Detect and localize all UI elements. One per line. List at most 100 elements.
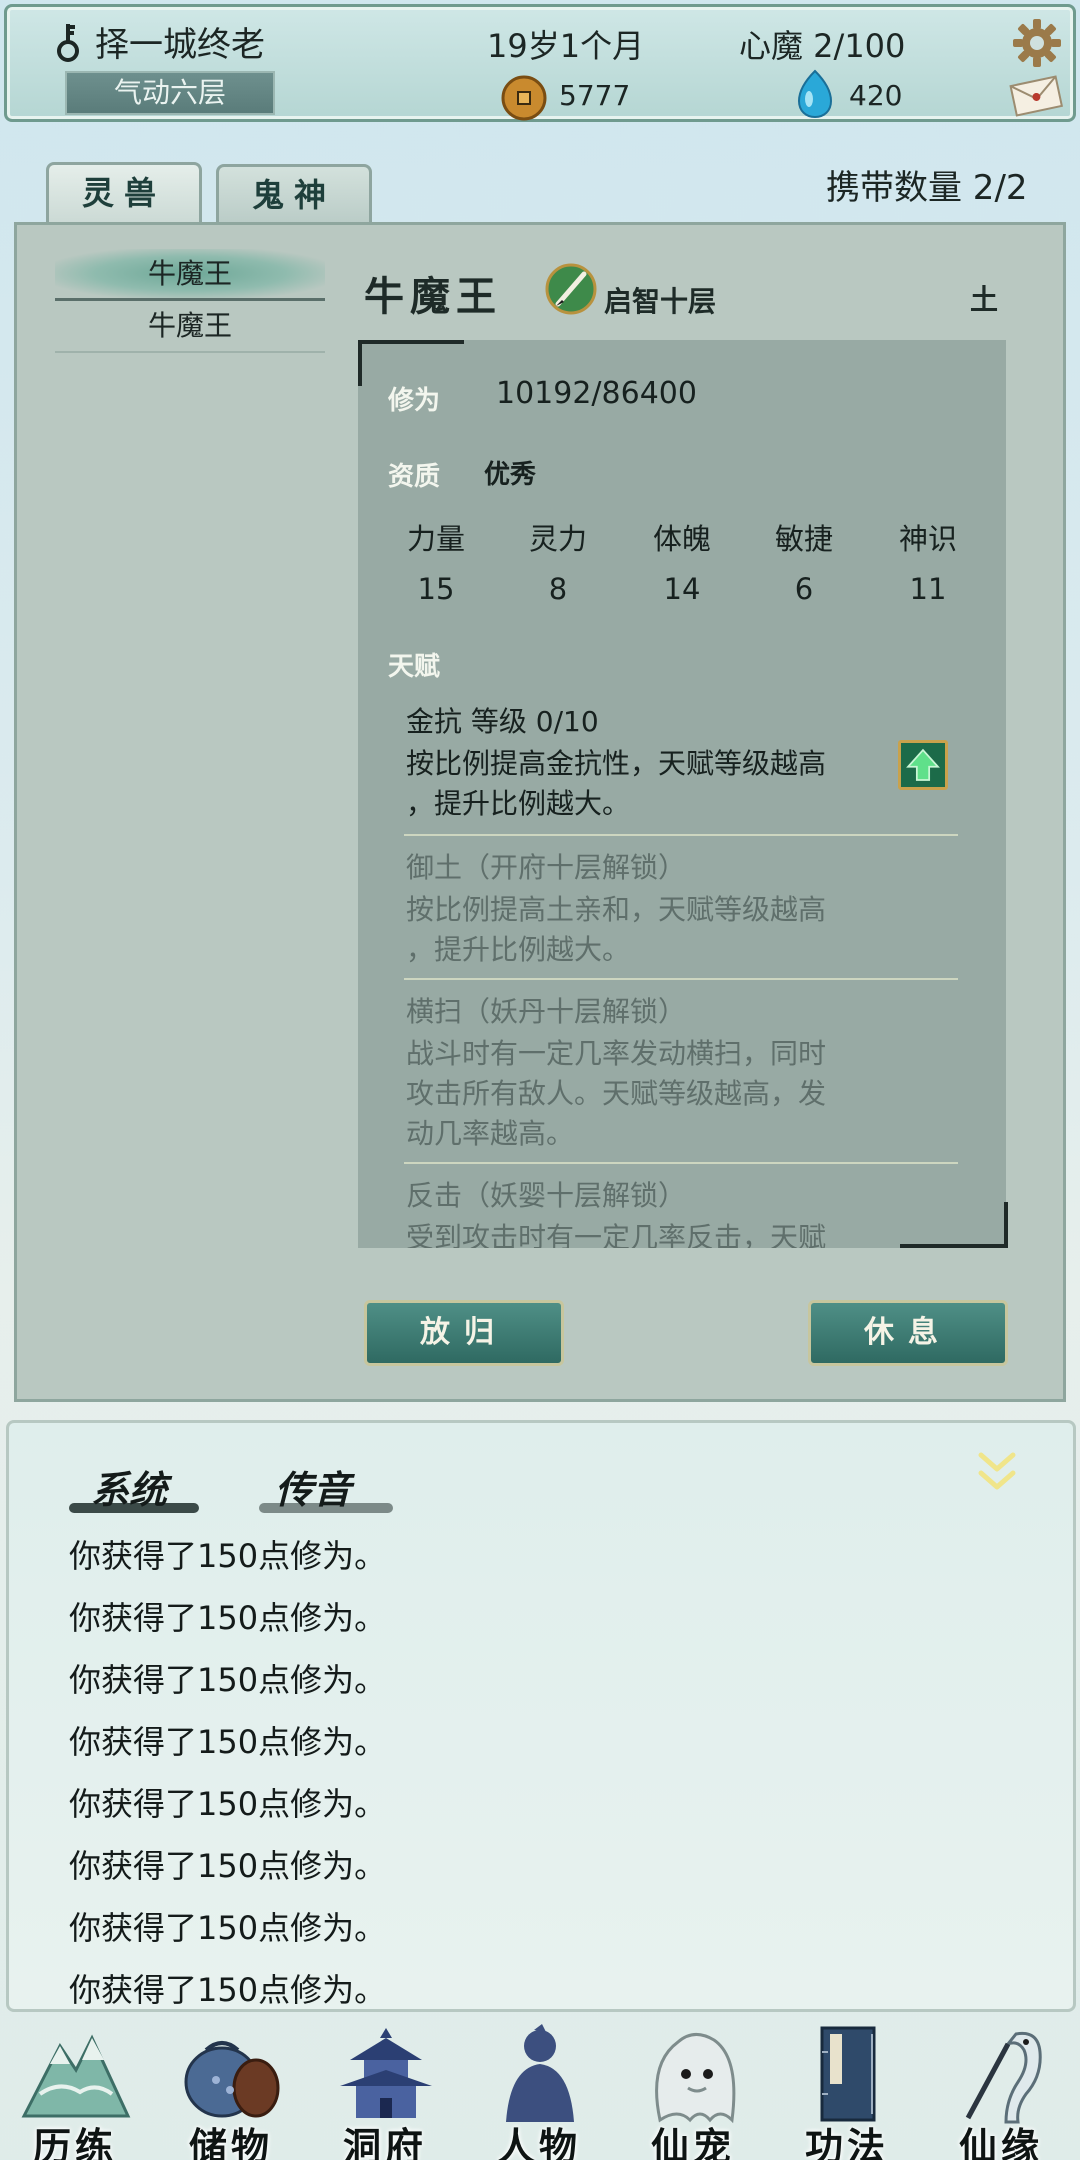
talent-desc-line: 按比例提高土亲和，天赋等级越高 xyxy=(406,893,827,926)
attr-value: 8 xyxy=(548,572,568,606)
talent-desc: 按比例提高土亲和，天赋等级越高 ，提升比例越大。 xyxy=(406,890,966,970)
mountain-icon xyxy=(21,2034,131,2118)
ghost-pet-icon xyxy=(655,2033,736,2124)
attr-label: 敏捷 xyxy=(774,522,833,556)
gear-icon[interactable] xyxy=(1011,17,1063,69)
talent-upgrade-button[interactable] xyxy=(898,740,948,790)
aptitude-label: 资质 xyxy=(388,462,441,492)
log-line: 你获得了150点修为。 xyxy=(69,1599,387,1637)
attr-label: 灵力 xyxy=(528,522,587,556)
key-icon xyxy=(57,24,79,62)
nav-label: 功法 xyxy=(804,2124,889,2160)
attr-label: 神识 xyxy=(898,522,957,556)
log-line: 你获得了150点修为。 xyxy=(69,1971,387,2009)
pet-list-item[interactable]: 牛魔王 xyxy=(55,249,325,301)
player-name: 择一城终老 xyxy=(95,25,265,65)
spirit-stone-count: 420 xyxy=(849,79,903,112)
tab-ghost-god[interactable]: 鬼神 xyxy=(216,164,372,226)
mail-icon[interactable] xyxy=(1007,73,1065,117)
crane-icon xyxy=(965,2031,1042,2124)
message-log-panel: 系统 传音 你获得了150点修为。 你获得了150点修为。 你获得了150点修为… xyxy=(6,1420,1076,2012)
talent-desc: 按比例提高金抗性，天赋等级越高 ，提升比例越大。 xyxy=(406,744,966,824)
attr-value: 14 xyxy=(663,572,701,606)
log-line: 你获得了150点修为。 xyxy=(69,1723,387,1761)
talent-entry: 金抗 等级 0/10 按比例提高金抗性，天赋等级越高 ，提升比例越大。 xyxy=(406,700,966,824)
nav-label: 人物 xyxy=(496,2124,581,2160)
log-line: 你获得了150点修为。 xyxy=(69,1785,387,1823)
card-corner-decoration xyxy=(900,1202,1008,1248)
card-corner-decoration xyxy=(358,340,464,386)
log-line: 你获得了150点修为。 xyxy=(69,1537,387,1575)
pet-element: 土 xyxy=(970,283,999,316)
nav-label: 洞府 xyxy=(342,2124,427,2160)
talent-name: 横扫（妖丹十层解锁） xyxy=(406,995,687,1028)
tab-system-log[interactable]: 系统 xyxy=(91,1459,167,1514)
nav-item-chuwu[interactable]: 储物 xyxy=(156,2016,306,2160)
nav-label: 仙缘 xyxy=(958,2124,1043,2160)
copper-coin-icon xyxy=(501,75,547,121)
tab-spirit-beast[interactable]: 灵兽 xyxy=(46,162,202,228)
nav-item-lilian[interactable]: 历练 xyxy=(0,2016,150,2160)
talent-entry: 横扫（妖丹十层解锁） 战斗时有一定几率发动横扫，同时 攻击所有敌人。天赋等级越高… xyxy=(406,990,966,1154)
spirit-stone-icon xyxy=(797,69,833,119)
talent-desc-line: 按比例提高金抗性，天赋等级越高 xyxy=(406,747,827,780)
talent-label: 天赋 xyxy=(388,652,441,682)
talent-entry: 反击（妖婴十层解锁） 受到攻击时有一定几率反击，天赋 xyxy=(406,1174,966,1248)
realm-badge: 气动六层 xyxy=(65,71,275,115)
cultivation-value: 10192/86400 xyxy=(496,376,697,411)
coin-count: 5777 xyxy=(559,79,631,112)
attr-label: 力量 xyxy=(406,522,465,556)
talent-entry: 御土（开府十层解锁） 按比例提高土亲和，天赋等级越高 ，提升比例越大。 xyxy=(406,846,966,970)
attr-value: 15 xyxy=(417,572,455,606)
talent-desc: 战斗时有一定几率发动横扫，同时 攻击所有敌人。天赋等级越高，发 动几率越高。 xyxy=(406,1034,966,1154)
person-icon xyxy=(506,2024,574,2122)
attr-label: 体魄 xyxy=(652,522,711,556)
talent-name: 反击（妖婴十层解锁） xyxy=(406,1179,687,1212)
age-text: 19岁1个月 xyxy=(487,27,645,65)
nav-label: 储物 xyxy=(188,2124,273,2160)
heart-demon-counter: 心魔 2/100 xyxy=(739,27,906,65)
nav-item-xianyuan[interactable]: 仙缘 xyxy=(926,2016,1076,2160)
tab-whisper-log[interactable]: 传音 xyxy=(275,1459,351,1514)
bottom-navigation: 历练 储物 洞府 人物 仙宠 功法 仙缘 xyxy=(0,2016,1080,2160)
talent-desc-line: ，提升比例越大。 xyxy=(406,933,631,966)
pet-name: 牛魔王 xyxy=(364,273,502,320)
release-button[interactable]: 放归 xyxy=(364,1300,564,1366)
rename-brush-icon[interactable] xyxy=(544,262,598,316)
nav-item-dongfu[interactable]: 洞府 xyxy=(310,2016,460,2160)
nav-item-gongfa[interactable]: 功法 xyxy=(772,2016,922,2160)
talent-desc-line: 战斗时有一定几率发动横扫，同时 xyxy=(406,1037,827,1070)
book-icon xyxy=(820,2026,876,2122)
talent-divider xyxy=(404,978,958,980)
rest-button[interactable]: 休息 xyxy=(808,1300,1008,1366)
pet-list-item[interactable]: 牛魔王 xyxy=(55,301,325,353)
aptitude-value: 优秀 xyxy=(484,460,537,490)
talent-desc-line: 受到攻击时有一定几率反击，天赋 xyxy=(406,1221,827,1248)
talent-desc: 受到攻击时有一定几率反击，天赋 xyxy=(406,1218,966,1248)
nav-label: 历练 xyxy=(32,2124,117,2160)
status-bar: 择一城终老 气动六层 19岁1个月 心魔 2/100 5777 420 xyxy=(4,4,1076,122)
attr-value: 6 xyxy=(794,572,814,606)
pouch-icon xyxy=(184,2041,280,2118)
pet-stage: 启智十层 xyxy=(604,285,717,318)
pagoda-icon xyxy=(340,2028,432,2118)
talent-name: 金抗 等级 0/10 xyxy=(406,705,599,738)
nav-item-renwu[interactable]: 人物 xyxy=(464,2016,614,2160)
pet-detail-card: 修为 10192/86400 资质 优秀 力量 灵力 体魄 敏捷 神识 15 8… xyxy=(358,340,1006,1248)
nav-label: 仙宠 xyxy=(650,2124,735,2160)
log-line: 你获得了150点修为。 xyxy=(69,1909,387,1947)
talent-divider xyxy=(404,1162,958,1164)
carry-count: 携带数量 2/2 xyxy=(826,168,1028,208)
talent-desc-line: 攻击所有敌人。天赋等级越高，发 xyxy=(406,1077,827,1110)
log-lines: 你获得了150点修为。 你获得了150点修为。 你获得了150点修为。 你获得了… xyxy=(69,1525,386,2021)
pet-list: 牛魔王 牛魔王 xyxy=(55,249,325,353)
talent-desc-line: 动几率越高。 xyxy=(406,1117,575,1150)
talent-desc-line: ，提升比例越大。 xyxy=(406,787,631,820)
talent-divider xyxy=(404,834,958,836)
nav-item-xianchong[interactable]: 仙宠 xyxy=(618,2016,768,2160)
collapse-chevron-icon[interactable] xyxy=(975,1449,1019,1495)
talent-name: 御土（开府十层解锁） xyxy=(406,851,687,884)
attr-value: 11 xyxy=(909,572,947,606)
log-line: 你获得了150点修为。 xyxy=(69,1847,387,1885)
log-line: 你获得了150点修为。 xyxy=(69,1661,387,1699)
